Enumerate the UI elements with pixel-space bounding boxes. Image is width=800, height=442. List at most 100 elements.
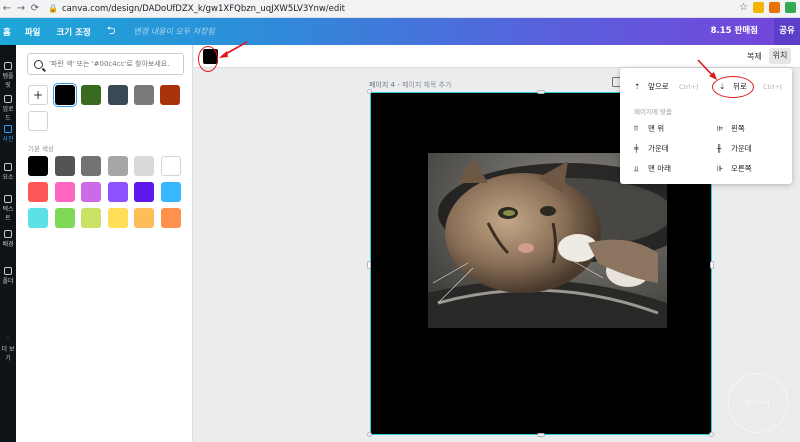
document-color-swatch[interactable] [134, 85, 154, 105]
document-color-swatch[interactable] [28, 111, 48, 131]
align-top-item[interactable]: ⫪ 맨 위 [634, 123, 664, 134]
photo-icon [4, 125, 12, 133]
layers-up-icon: ⇡ [634, 82, 641, 91]
menu-item-label: 앞으로 [648, 82, 669, 91]
default-color-swatch[interactable] [134, 208, 154, 228]
sidebar-item-label: 템플릿 [2, 73, 14, 89]
default-color-swatch[interactable] [28, 208, 48, 228]
default-color-swatch[interactable] [134, 156, 154, 176]
default-color-swatch[interactable] [54, 208, 75, 228]
menu-item-label: 가운데 [731, 144, 752, 153]
shortcut-hint: Ctrl+] [679, 83, 699, 91]
default-color-swatch[interactable] [107, 182, 128, 202]
page-title-placeholder: - 페이지 제목 추가 [395, 81, 452, 89]
align-center-icon: ╫ [717, 144, 722, 153]
position-button[interactable]: 위치 [769, 48, 791, 64]
document-color-swatch[interactable] [108, 85, 128, 105]
document-color-swatch[interactable] [52, 82, 78, 108]
extension-icon[interactable] [753, 2, 764, 13]
color-panel: + 기본 색상 [16, 45, 193, 442]
document-color-swatch[interactable] [81, 85, 101, 105]
add-color-button[interactable]: + [28, 85, 48, 105]
resize-handle[interactable] [367, 261, 371, 269]
resize-button[interactable]: 크기 조정 [48, 26, 98, 38]
align-left-item[interactable]: ⊫ 왼쪽 [717, 123, 745, 134]
color-search[interactable] [27, 53, 184, 75]
dumbbell-logo: ⊢⊣ [728, 373, 788, 433]
align-right-item[interactable]: ⊪ 오른쪽 [717, 163, 752, 174]
default-color-swatch[interactable] [81, 182, 101, 202]
menu-item-label: 오른쪽 [731, 164, 752, 173]
annotation-circle [198, 46, 218, 72]
page-title[interactable]: 페이지 4 - 페이지 제목 추가 [369, 80, 452, 90]
sidebar-item-background[interactable]: 배경 [0, 230, 16, 248]
default-color-swatch[interactable] [54, 156, 75, 176]
sidebar-item-elements[interactable]: 요소 [0, 163, 16, 181]
default-color-swatch[interactable] [54, 182, 75, 202]
save-status: 변경 내용이 모두 저장됨 [133, 27, 215, 36]
sidebar-item-label: 사진 [2, 136, 14, 143]
elements-icon [4, 163, 12, 171]
address-bar[interactable]: canva.com/design/DADoUfDZX_k/gw1XFQbzn_u… [62, 4, 345, 14]
extension-icon[interactable] [769, 2, 780, 13]
price-label[interactable]: 8.15 판매점 [711, 18, 758, 45]
side-nav: 템플릿 업로드 사진 요소 텍스트 배경 폴더 · 더 보기 [0, 45, 16, 442]
page-number: 페이지 4 [369, 81, 395, 89]
file-menu[interactable]: 파일 [17, 26, 49, 38]
arrow-left-icon[interactable]: ← [0, 3, 14, 14]
resize-handle[interactable] [367, 89, 372, 94]
sidebar-item-text[interactable]: 텍스트 [0, 195, 16, 222]
sidebar-item-photos[interactable]: 사진 [0, 125, 16, 143]
sidebar-item-label: 업로드 [2, 106, 14, 122]
resize-handle[interactable] [709, 432, 714, 437]
more-icon: · [7, 335, 9, 342]
default-color-swatch[interactable] [134, 182, 154, 202]
background-icon [4, 230, 12, 238]
resize-handle[interactable] [367, 432, 372, 437]
shortcut-hint: Ctrl+[ [763, 83, 783, 91]
sidebar-item-folder[interactable]: 폴더 [0, 267, 16, 285]
align-center-item[interactable]: ╫ 가운데 [717, 143, 752, 154]
duplicate-button[interactable]: 복제 [747, 51, 762, 62]
default-color-swatch[interactable] [107, 208, 128, 228]
default-color-swatch[interactable] [28, 156, 48, 176]
sidebar-item-more[interactable]: · 더 보기 [0, 335, 16, 362]
color-search-input[interactable] [49, 60, 179, 68]
undo-icon[interactable]: ⮌ [99, 22, 124, 41]
star-icon[interactable]: ☆ [739, 2, 748, 13]
template-icon [4, 62, 12, 70]
default-color-swatch[interactable] [160, 208, 181, 228]
default-color-swatch[interactable] [81, 208, 101, 228]
share-button[interactable]: 공유 [774, 18, 800, 45]
default-color-swatch[interactable] [28, 182, 48, 202]
menu-item-label: 왼쪽 [731, 124, 745, 133]
sidebar-item-label: 텍스트 [2, 206, 14, 222]
lock-icon[interactable]: 🔒 [48, 4, 58, 13]
sidebar-item-templates[interactable]: 템플릿 [0, 62, 16, 89]
resize-handle[interactable] [537, 433, 545, 437]
menu-item-label: 맨 아래 [648, 164, 672, 173]
default-color-swatch[interactable] [107, 156, 128, 176]
align-bottom-item[interactable]: ⫫ 맨 아래 [634, 163, 671, 174]
arrow-right-icon[interactable]: → [14, 3, 28, 14]
bring-forward-item[interactable]: ⇡ 앞으로 [634, 81, 669, 92]
document-color-swatch[interactable] [160, 85, 180, 105]
align-right-icon: ⊪ [717, 164, 724, 173]
sidebar-item-label: 더 보기 [1, 346, 15, 362]
align-middle-item[interactable]: ╪ 가운데 [634, 143, 669, 154]
align-left-icon: ⊫ [717, 124, 724, 133]
menu-item-label: 맨 위 [648, 124, 665, 133]
default-colors-label: 기본 색상 [28, 145, 54, 153]
sidebar-item-uploads[interactable]: 업로드 [0, 95, 16, 122]
default-color-swatch[interactable] [160, 156, 181, 176]
align-top-icon: ⫪ [634, 124, 639, 133]
editor-header: 홈 파일 크기 조정 ⮌ 변경 내용이 모두 저장됨 8.15 판매점 공유 [0, 18, 800, 45]
default-color-swatch[interactable] [81, 156, 101, 176]
resize-handle[interactable] [537, 90, 545, 94]
extension-icon[interactable] [785, 2, 796, 13]
default-color-swatch[interactable] [160, 182, 181, 202]
home-button[interactable]: 홈 [0, 26, 17, 38]
sidebar-item-label: 요소 [2, 174, 14, 181]
resize-handle[interactable] [710, 261, 714, 269]
reload-icon[interactable]: ⟳ [28, 3, 42, 14]
